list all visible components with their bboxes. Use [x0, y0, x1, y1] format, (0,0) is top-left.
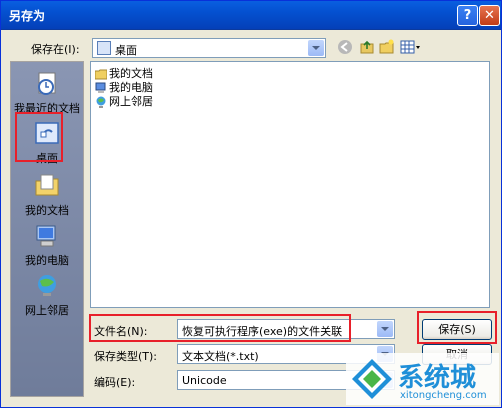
places-item-label: 我的文档	[25, 204, 69, 217]
my-documents-icon	[33, 172, 61, 200]
my-computer-icon	[33, 222, 61, 250]
places-item-desktop[interactable]: 桌面	[11, 120, 83, 166]
places-item-network[interactable]: 网上邻居	[11, 272, 83, 318]
places-bar: 我最近的文档 桌面 我的文档 我的电脑 网上邻居	[10, 61, 84, 397]
places-item-label: 我的电脑	[25, 254, 69, 267]
chevron-down-icon[interactable]	[377, 321, 393, 337]
view-menu-icon[interactable]	[399, 39, 423, 57]
encoding-value: Unicode	[182, 374, 227, 387]
places-item-label: 桌面	[36, 152, 58, 165]
encoding-label: 编码(E):	[94, 376, 136, 389]
dialog-title: 另存为	[9, 9, 46, 23]
filename-value: 恢复可执行程序(exe)的文件关联	[182, 325, 343, 338]
file-list[interactable]: 我的文档 我的电脑 网上邻居	[90, 61, 490, 308]
recent-documents-icon	[33, 70, 61, 98]
watermark: 系统城 xitongcheng.com	[346, 353, 499, 405]
desktop-icon	[33, 120, 61, 148]
brand-logo-icon	[352, 359, 392, 399]
save-in-label: 保存在(I):	[31, 43, 80, 56]
desktop-icon	[97, 41, 111, 55]
network-icon	[95, 96, 107, 108]
title-bar[interactable]: 另存为 ? ✕	[1, 1, 501, 30]
list-item[interactable]: 我的电脑	[95, 79, 153, 94]
filetype-label: 保存类型(T):	[94, 350, 158, 363]
save-as-dialog: 另存为 ? ✕ 保存在(I): 桌面 我最近的文档 桌面 我的文档 我的电脑 网…	[0, 0, 502, 408]
close-button[interactable]: ✕	[479, 5, 500, 26]
places-item-my-documents[interactable]: 我的文档	[11, 172, 83, 218]
filename-input[interactable]: 恢复可执行程序(exe)的文件关联	[177, 319, 395, 339]
filetype-value: 文本文档(*.txt)	[182, 350, 259, 363]
watermark-brand: 系统城	[398, 363, 477, 393]
save-in-dropdown[interactable]: 桌面	[92, 38, 326, 58]
places-item-my-computer[interactable]: 我的电脑	[11, 222, 83, 268]
new-folder-icon[interactable]	[378, 39, 396, 57]
list-item[interactable]: 网上邻居	[95, 93, 153, 108]
watermark-url: xitongcheng.com	[400, 390, 487, 401]
save-button[interactable]: 保存(S)	[422, 319, 492, 340]
places-item-recent[interactable]: 我最近的文档	[11, 70, 83, 116]
save-in-value: 桌面	[115, 44, 137, 57]
file-name: 网上邻居	[109, 95, 153, 108]
places-item-label: 网上邻居	[25, 304, 69, 317]
help-button[interactable]: ?	[457, 5, 478, 26]
network-places-icon	[33, 272, 61, 300]
filename-label: 文件名(N):	[94, 325, 148, 338]
chevron-down-icon[interactable]	[308, 40, 324, 56]
back-icon[interactable]	[336, 39, 354, 57]
list-item[interactable]: 我的文档	[94, 65, 153, 80]
up-folder-icon[interactable]	[358, 39, 376, 57]
places-item-label: 我最近的文档	[14, 102, 80, 115]
